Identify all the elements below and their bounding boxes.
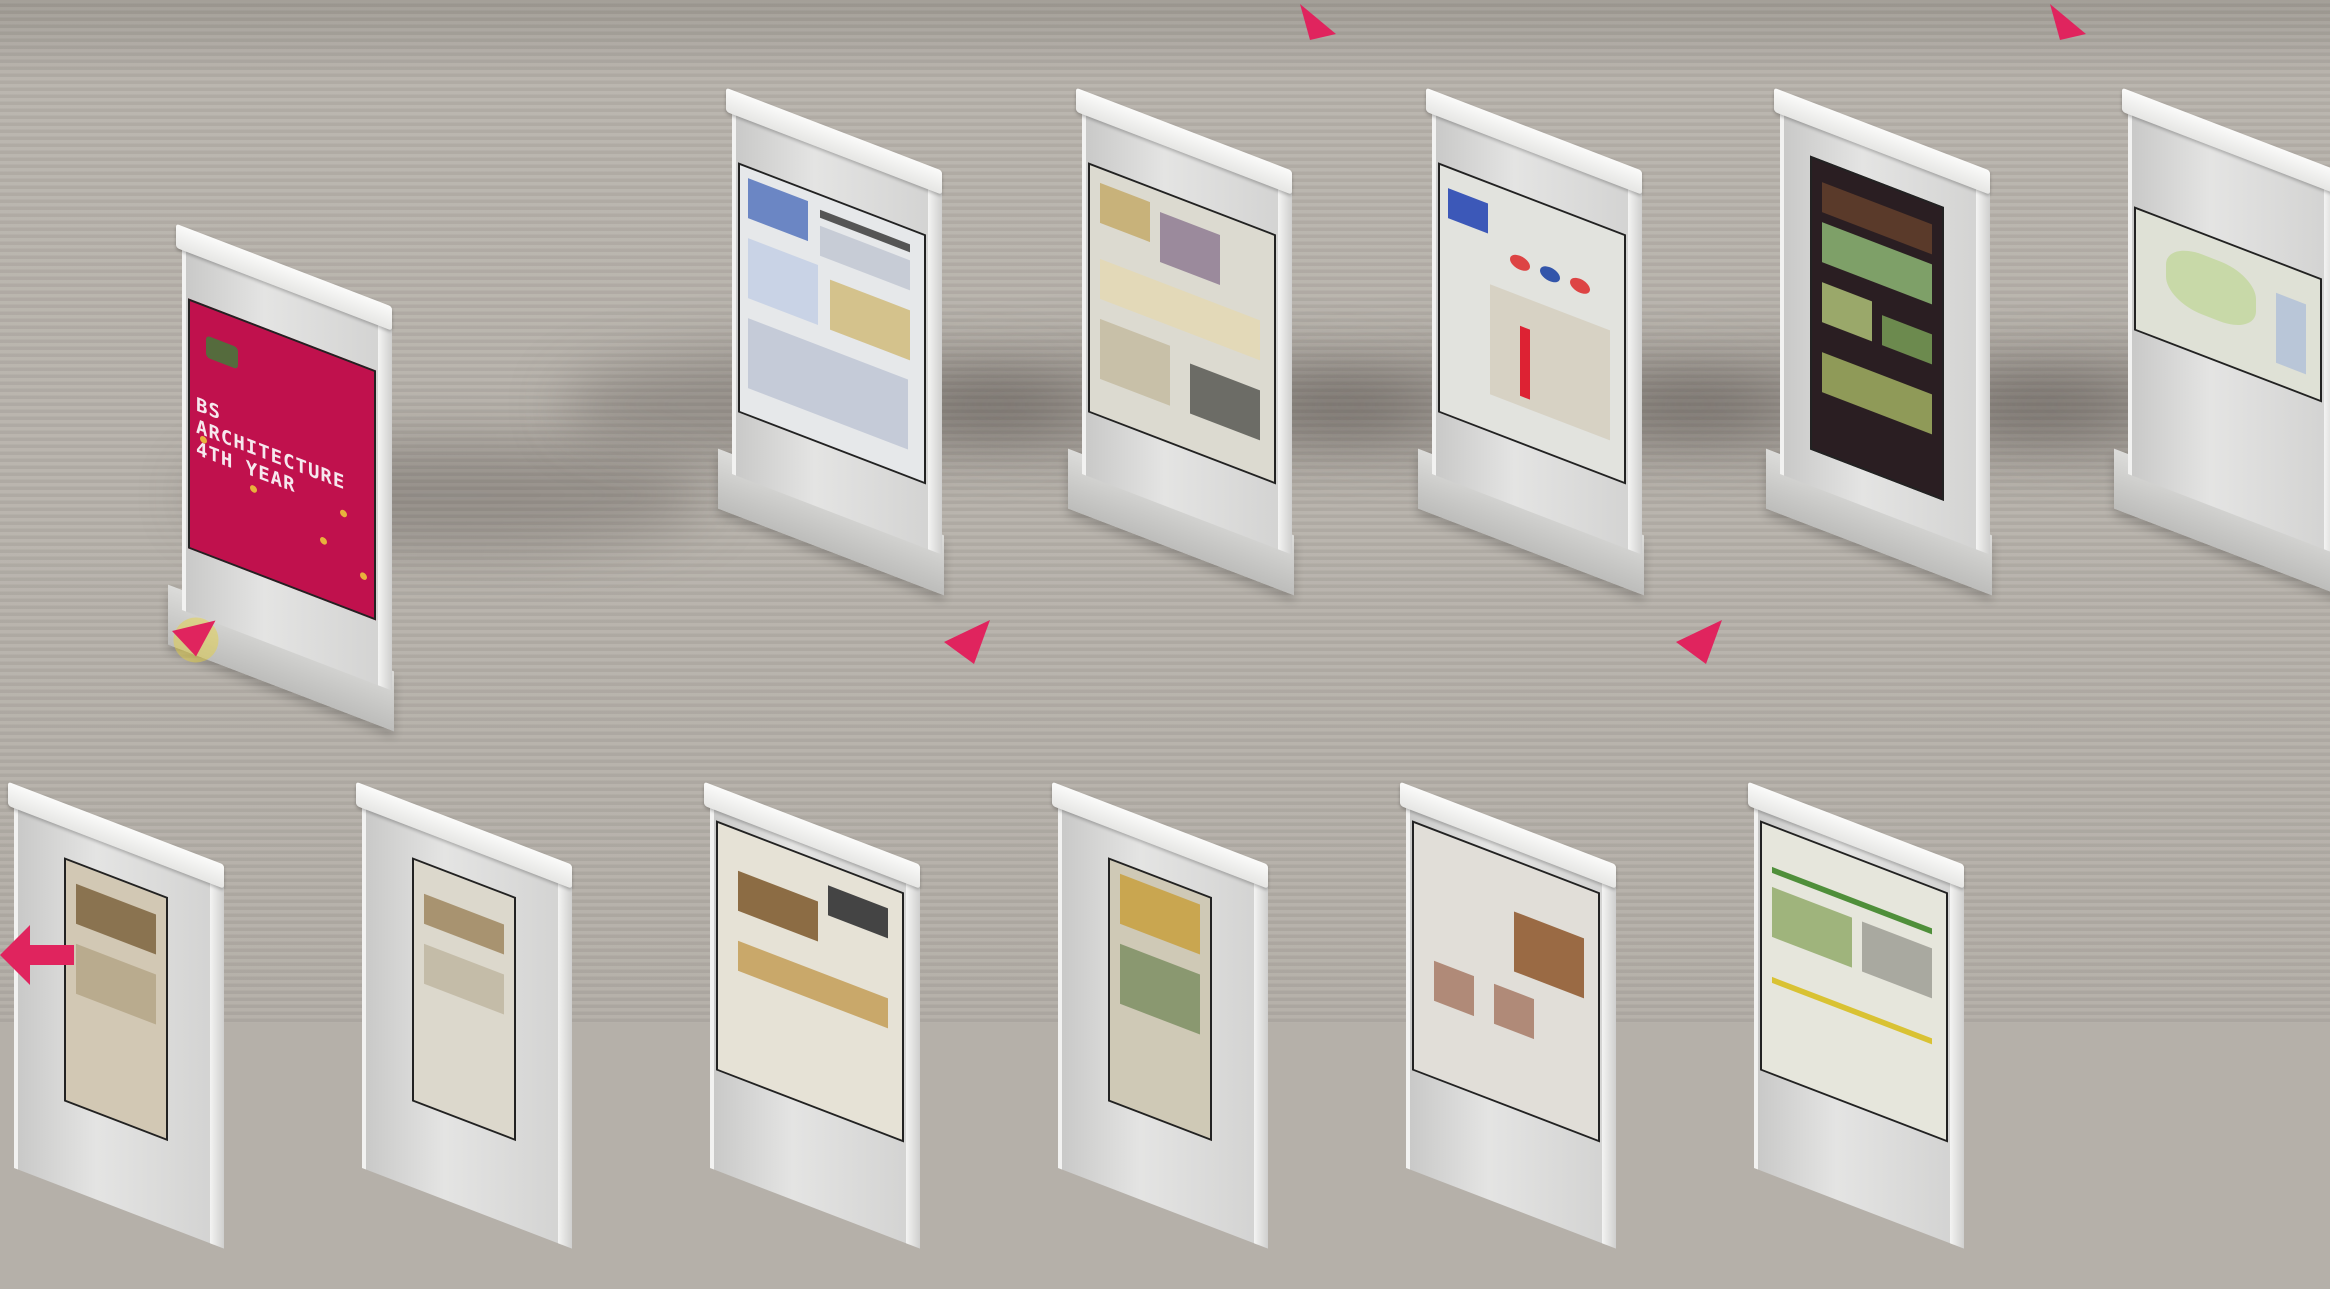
poster-stand[interactable] (356, 781, 572, 1249)
stand-side (906, 873, 920, 1249)
poster-stand[interactable] (1748, 781, 1964, 1249)
triangle-pointer-icon (944, 620, 990, 664)
poster-bottom-1[interactable] (64, 857, 168, 1142)
stand-side (1628, 179, 1642, 555)
poster-stand-featured[interactable]: BS ARCHITECTURE 4TH YEAR (168, 223, 394, 732)
poster-dark-board[interactable] (1810, 155, 1944, 501)
poster-bottom-2[interactable] (412, 857, 516, 1142)
stand-side (1254, 873, 1268, 1249)
poster-stand[interactable] (1400, 781, 1616, 1249)
nav-marker[interactable] (1670, 614, 1730, 674)
poster-bottom-4[interactable] (1108, 857, 1212, 1142)
triangle-pointer-icon (2050, 4, 2086, 40)
poster-stand[interactable] (718, 87, 944, 596)
back-arrow-icon (0, 925, 74, 985)
nav-marker[interactable] (938, 614, 998, 674)
triangle-pointer-icon (172, 617, 219, 663)
stand-side (2324, 179, 2330, 555)
poster-stand[interactable] (1418, 87, 1644, 596)
poster-stand[interactable] (1068, 87, 1294, 596)
stand-side (1950, 873, 1964, 1249)
triangle-pointer-icon (1300, 4, 1336, 40)
poster-decoration (360, 571, 367, 582)
poster-decoration (320, 535, 327, 546)
stand-side (210, 873, 224, 1249)
poster-stand[interactable] (704, 781, 920, 1249)
stand-side (928, 179, 942, 555)
triangle-pointer-icon (1676, 620, 1722, 664)
stand-side (1602, 873, 1616, 1249)
nav-marker-current[interactable] (166, 610, 246, 690)
back-button[interactable] (0, 915, 80, 995)
nav-marker[interactable] (2036, 0, 2096, 60)
poster-stand[interactable] (1052, 781, 1268, 1249)
stand-side (378, 315, 392, 691)
poster-stand[interactable] (1766, 87, 1992, 596)
poster-decoration (250, 484, 257, 494)
stand-side (1976, 179, 1990, 555)
stand-side (558, 873, 572, 1249)
poster-stand[interactable] (8, 781, 224, 1249)
school-logo (206, 335, 238, 370)
poster-stand[interactable] (2114, 87, 2330, 596)
nav-marker[interactable] (1286, 0, 1346, 60)
stand-side (1278, 179, 1292, 555)
